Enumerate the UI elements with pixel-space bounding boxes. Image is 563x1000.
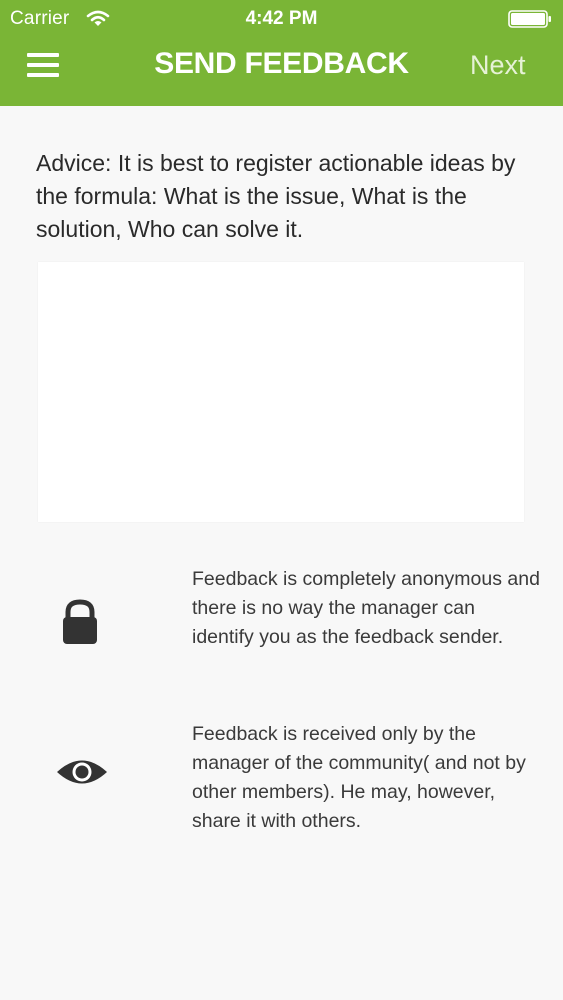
nav-bar: SEND FEEDBACK Next <box>0 38 563 106</box>
eye-icon <box>57 760 107 784</box>
anonymity-info-text: Feedback is completely anonymous and the… <box>192 568 540 648</box>
lock-icon <box>63 599 97 644</box>
status-bar: Carrier 4:42 PM <box>0 0 563 38</box>
app-header: Carrier 4:42 PM SEND FEEDBACK Next <box>0 0 563 106</box>
battery-icon <box>508 10 551 28</box>
advice-text: Advice: It is best to register actionabl… <box>36 150 516 242</box>
next-button[interactable]: Next <box>470 50 526 81</box>
status-time: 4:42 PM <box>245 8 318 29</box>
visibility-info-text: Feedback is received only by the manager… <box>192 723 526 832</box>
feedback-text-field[interactable] <box>38 262 524 522</box>
